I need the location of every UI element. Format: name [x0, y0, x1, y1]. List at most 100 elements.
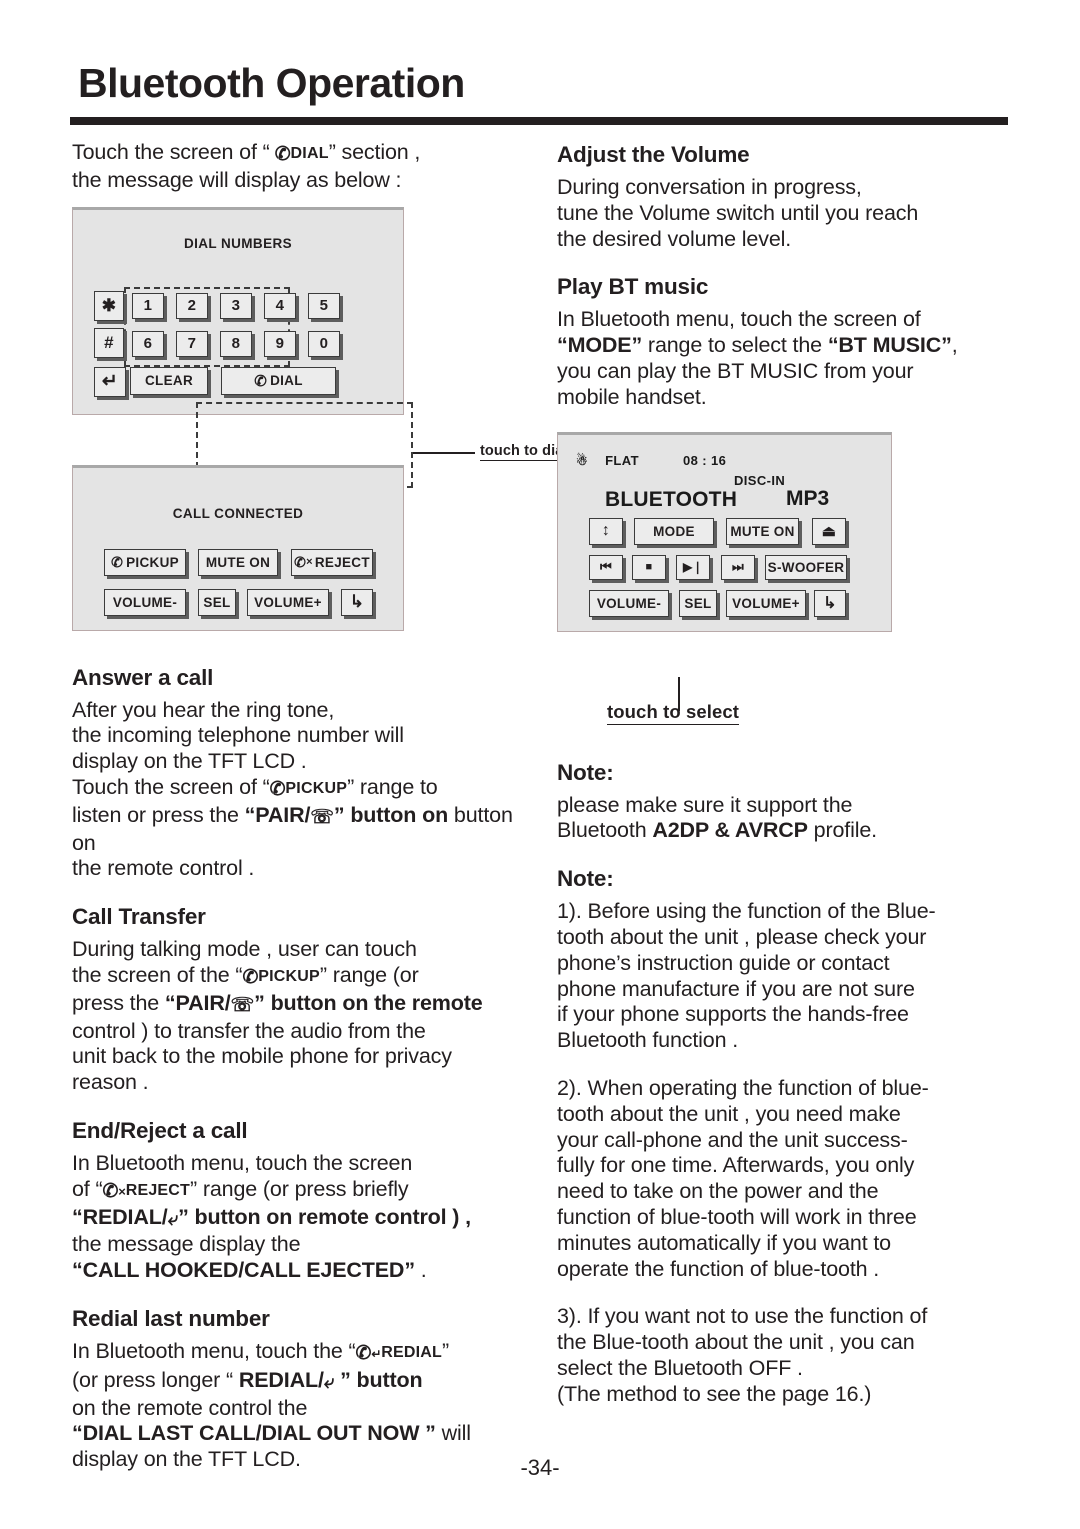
call-connected-panel: CALL CONNECTED ✆ PICKUP MUTE ON ✆ × REJE…	[72, 464, 404, 631]
key-3[interactable]: 3	[220, 292, 252, 319]
handset-icon: ✆	[111, 553, 124, 570]
text-line: In Bluetooth menu, touch the screen of	[557, 307, 921, 332]
s-woofer-button[interactable]: S-WOOFER	[765, 554, 847, 580]
pickup-button[interactable]: ✆ PICKUP	[104, 548, 186, 576]
volume-down-button[interactable]: VOLUME-	[104, 588, 186, 616]
touch-to-select-annotation: touch to select	[607, 701, 740, 725]
title-rule	[70, 117, 1008, 125]
mute-on-button[interactable]: MUTE ON	[198, 548, 278, 576]
text-line: ”	[442, 1338, 450, 1363]
redial-bold: REDIAL/	[238, 1367, 324, 1392]
key-5[interactable]: 5	[308, 292, 340, 319]
text-line: (or press longer “	[72, 1367, 239, 1392]
text-line: In Bluetooth menu, touch the “	[72, 1338, 356, 1363]
play-bt-music-heading: Play BT music	[557, 274, 709, 300]
key-0[interactable]: 0	[308, 330, 340, 357]
text-line: fully for one time. Afterwards, you only	[557, 1153, 915, 1178]
text-line: During talking mode , user can touch	[72, 937, 417, 962]
key-8[interactable]: 8	[220, 330, 252, 357]
handset-icon: ✆	[269, 778, 286, 800]
page-title: Bluetooth Operation	[78, 60, 465, 106]
text-line: the remote control .	[72, 856, 255, 881]
redial-arrow-icon: ↵	[371, 1346, 382, 1361]
next-track-button[interactable]: ⏭	[721, 554, 755, 580]
pickup-label: PICKUP	[126, 554, 179, 570]
text-line: range to select the	[642, 333, 828, 358]
answer-a-call-heading: Answer a call	[72, 664, 214, 690]
dial-button[interactable]: ✆ DIAL	[221, 366, 336, 395]
play-bt-music-body: In Bluetooth menu, touch the screen of “…	[557, 307, 1012, 410]
dial-panel-title: DIAL NUMBERS	[183, 235, 293, 251]
mode-button[interactable]: MODE	[634, 517, 714, 545]
text-line: press the	[72, 990, 165, 1015]
return-button[interactable]: ↳	[341, 588, 373, 616]
text-line: display on the TFT LCD .	[72, 749, 307, 774]
key-4[interactable]: 4	[264, 292, 296, 319]
stop-button[interactable]: ■	[632, 554, 666, 580]
updown-button[interactable]: ↕	[589, 517, 623, 545]
bt-status-row: ☃ FLAT 08 : 16	[576, 453, 876, 469]
text-line: phone’s instruction guide or contact	[557, 950, 890, 975]
end-reject-body: In Bluetooth menu, touch the screen of “…	[72, 1151, 534, 1284]
reject-x-icon: ×	[118, 1183, 126, 1199]
play-pause-button[interactable]: ▶❘	[676, 554, 710, 580]
page-number: -34-	[520, 1455, 560, 1480]
text-line: need to take on the power and the	[557, 1179, 879, 1204]
text-line: During conversation in progress,	[557, 175, 862, 199]
text-line: the desired volume level.	[557, 226, 792, 251]
touch-to-dial-leader	[413, 452, 475, 454]
intro-line2: the message will display as below :	[72, 167, 402, 192]
volume-up-button[interactable]: VOLUME+	[247, 588, 329, 616]
text-line: phone manufacture if you are not sure	[557, 976, 915, 1001]
key-star[interactable]: ✱	[94, 290, 124, 321]
volume-up-button[interactable]: VOLUME+	[726, 589, 806, 617]
handset-icon: ✆	[242, 966, 259, 988]
text-line: unit back to the mobile phone for privac…	[72, 1044, 452, 1069]
return-button[interactable]: ↳	[814, 589, 846, 617]
handset-icon: ☏	[310, 806, 334, 828]
text-line: mobile handset.	[557, 384, 707, 409]
sel-button[interactable]: SEL	[198, 588, 236, 616]
prev-track-button[interactable]: ⏮	[589, 554, 623, 580]
key-return[interactable]: ↵	[94, 366, 126, 397]
text-line: In Bluetooth menu, touch the screen	[72, 1150, 413, 1175]
key-2[interactable]: 2	[176, 292, 208, 319]
text-line: minutes automatically if you want to	[557, 1230, 891, 1255]
text-line: 2). When operating the function of blue-	[557, 1075, 929, 1100]
mute-on-button[interactable]: MUTE ON	[726, 517, 799, 545]
text-line: tooth about the unit , you need make	[557, 1101, 901, 1126]
text-line: function of blue-tooth will work in thre…	[557, 1204, 917, 1229]
note2-paragraph-1: 1). Before using the function of the Blu…	[557, 899, 1012, 1054]
note1-heading: Note:	[557, 759, 614, 785]
key-9[interactable]: 9	[264, 330, 296, 357]
key-7[interactable]: 7	[176, 330, 208, 357]
key-1[interactable]: 1	[132, 292, 164, 319]
sel-button[interactable]: SEL	[679, 589, 717, 617]
reject-chip-label: REJECT	[125, 1181, 191, 1199]
note2-paragraph-2: 2). When operating the function of blue-…	[557, 1076, 1012, 1282]
text-line: the screen of the “	[72, 962, 243, 987]
handset-icon: ✆	[355, 1342, 372, 1364]
intro-line1-post: ” section ,	[328, 140, 421, 164]
touch-to-dial-annotation: touch to dial	[480, 443, 568, 461]
pickup-chip-label: PICKUP	[285, 779, 348, 797]
eject-button[interactable]: ⏏	[812, 517, 846, 545]
intro-paragraph: Touch the screen of “ ✆DIAL” section , t…	[72, 140, 534, 194]
reject-button[interactable]: ✆ × REJECT	[291, 548, 373, 576]
handset-icon: ✆	[294, 553, 307, 570]
right-column: Adjust the Volume During conversation in…	[557, 140, 1012, 1408]
key-6[interactable]: 6	[132, 330, 164, 357]
volume-down-button[interactable]: VOLUME-	[589, 589, 669, 617]
text-line: 3). If you want not to use the function …	[557, 1304, 928, 1329]
text-line: the incoming telephone number will	[72, 723, 404, 748]
clear-button[interactable]: CLEAR	[130, 366, 208, 395]
a2dp-avrcp-bold: A2DP & AVRCP	[652, 818, 808, 843]
status-disc-in: DISC-IN	[734, 472, 786, 488]
text-line: you can play the BT MUSIC from your	[557, 358, 914, 383]
text-line: control ) to transfer the audio from the	[72, 1018, 426, 1043]
adjust-volume-body: During conversation in progress, tune th…	[557, 175, 1012, 252]
pair-bold: “PAIR/	[164, 990, 231, 1015]
call-panel-title: CALL CONNECTED	[172, 505, 304, 521]
text-line: .	[414, 1258, 427, 1283]
key-hash[interactable]: #	[94, 327, 124, 358]
